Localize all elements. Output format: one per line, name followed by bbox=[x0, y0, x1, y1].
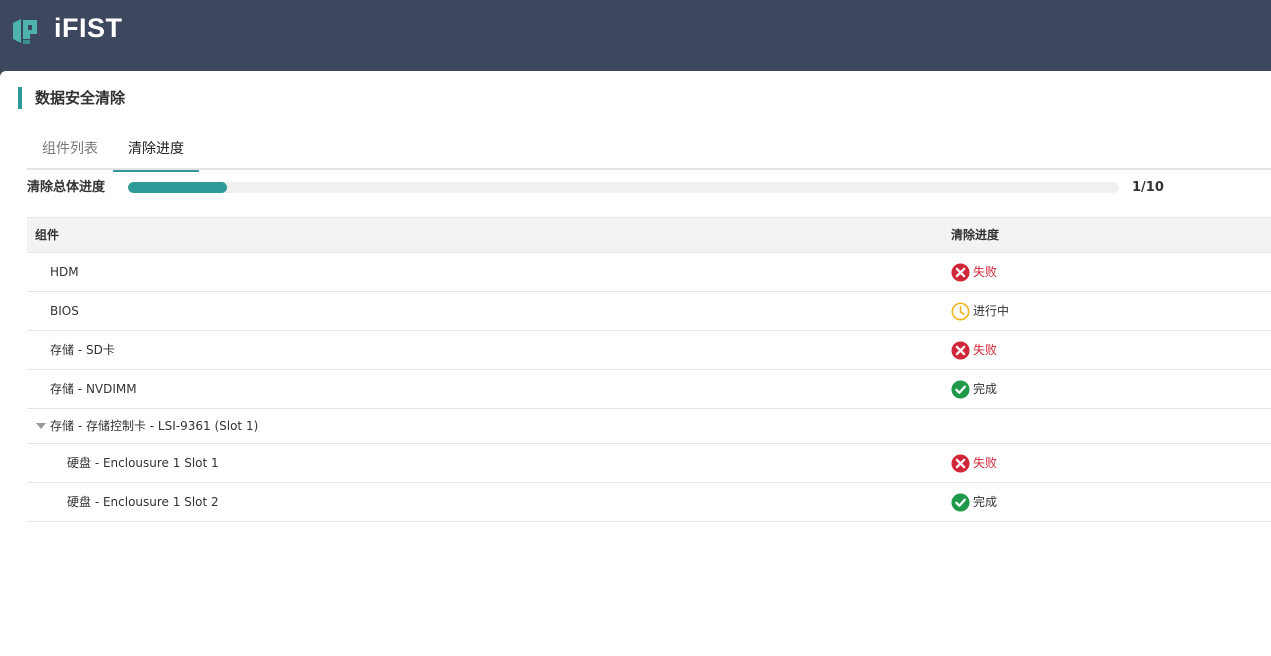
progress-track bbox=[128, 182, 1119, 193]
table-row: BIOS 进行中 bbox=[27, 292, 1271, 331]
x-circle-icon bbox=[951, 263, 970, 282]
check-circle-icon bbox=[951, 493, 970, 512]
status-text: 失败 bbox=[973, 456, 998, 470]
status-text: 完成 bbox=[973, 382, 998, 396]
table-row: 硬盘 - Enclousure 1 Slot 2 完成 bbox=[27, 483, 1271, 522]
column-header-status: 清除进度 bbox=[951, 228, 1000, 242]
progress-label: 清除总体进度 bbox=[27, 180, 106, 195]
table-row: 存储 - NVDIMM 完成 bbox=[27, 370, 1271, 409]
column-header-component: 组件 bbox=[35, 228, 60, 242]
x-circle-icon bbox=[951, 341, 970, 360]
tab-component-list[interactable]: 组件列表 bbox=[27, 132, 113, 170]
top-bar: iFIST bbox=[0, 0, 1271, 72]
status-cell: 失败 bbox=[951, 263, 997, 282]
status-cell: 完成 bbox=[951, 493, 997, 512]
clock-icon bbox=[951, 302, 970, 321]
status-text: 失败 bbox=[973, 343, 998, 357]
status-cell: 失败 bbox=[951, 341, 997, 360]
table-row: 存储 - SD卡 失败 bbox=[27, 331, 1271, 370]
progress-fill bbox=[128, 182, 228, 193]
status-text: 失败 bbox=[973, 265, 998, 279]
progress-count: 1/10 bbox=[1132, 180, 1164, 195]
check-circle-icon bbox=[951, 380, 970, 399]
group-name: 存储 - 存储控制卡 - LSI-9361 (Slot 1) bbox=[50, 419, 259, 433]
tab-clear-progress[interactable]: 清除进度 bbox=[113, 132, 199, 172]
status-text: 完成 bbox=[973, 495, 998, 509]
status-cell: 进行中 bbox=[951, 302, 1009, 321]
status-cell: 失败 bbox=[951, 454, 997, 473]
page-title: 数据安全清除 bbox=[18, 87, 125, 109]
status-cell: 完成 bbox=[951, 380, 997, 399]
overall-progress: 清除总体进度 1/10 bbox=[27, 179, 1271, 197]
component-name: 存储 - SD卡 bbox=[50, 343, 115, 357]
table-header: 组件 清除进度 bbox=[27, 217, 1271, 253]
component-name: 硬盘 - Enclousure 1 Slot 2 bbox=[67, 495, 219, 509]
table-row: 硬盘 - Enclousure 1 Slot 1 失败 bbox=[27, 444, 1271, 483]
component-name: 硬盘 - Enclousure 1 Slot 1 bbox=[67, 456, 219, 470]
component-name: HDM bbox=[50, 265, 79, 279]
component-name: BIOS bbox=[50, 304, 79, 318]
brand-name: iFIST bbox=[54, 13, 123, 43]
status-text: 进行中 bbox=[973, 304, 1010, 318]
table-row: HDM 失败 bbox=[27, 253, 1271, 292]
logo-icon bbox=[13, 19, 37, 44]
tab-bar: 组件列表 清除进度 bbox=[27, 132, 1271, 172]
component-name: 存储 - NVDIMM bbox=[50, 382, 137, 396]
table-row-group: 存储 - 存储控制卡 - LSI-9361 (Slot 1) bbox=[27, 409, 1271, 444]
x-circle-icon bbox=[951, 454, 970, 473]
main-panel: 数据安全清除 组件列表 清除进度 清除总体进度 1/10 组件 清除进度 HDM… bbox=[0, 71, 1271, 656]
expand-caret-icon[interactable] bbox=[36, 423, 46, 429]
progress-table: 组件 清除进度 HDM 失败 BIOS 进行中 存储 - SD卡 失败 存储 -… bbox=[27, 217, 1271, 522]
